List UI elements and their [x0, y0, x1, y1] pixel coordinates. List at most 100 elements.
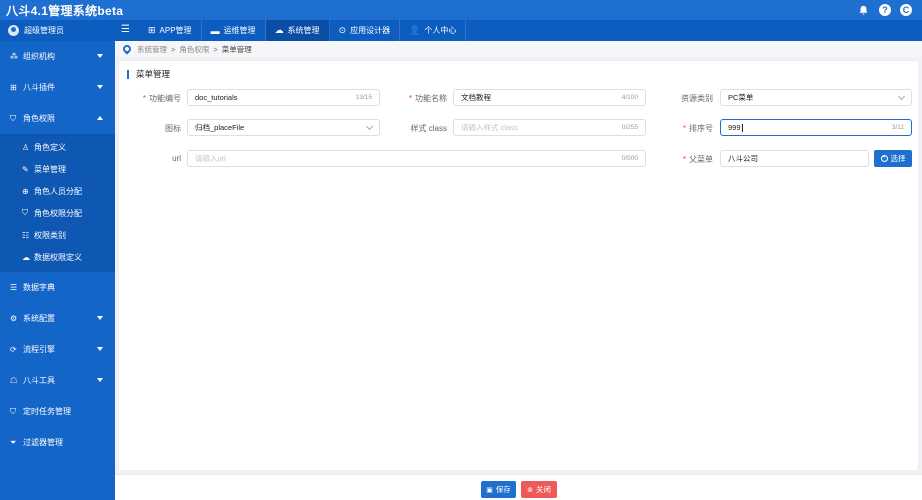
style-class-label-text: 样式 class — [410, 124, 447, 133]
sidebar-item-label: 数据字典 — [23, 283, 55, 292]
sidebar-subitem-label: 菜单管理 — [34, 164, 66, 174]
sidebar-item-label: 过滤器管理 — [23, 438, 63, 447]
tools-icon: ☖ — [10, 376, 18, 385]
user-menu[interactable]: 超级管理员 — [0, 20, 115, 41]
close-button[interactable]: ⊗ 关闭 — [521, 481, 557, 498]
help-icon[interactable]: ? — [879, 4, 891, 16]
chevron-up-icon — [97, 116, 103, 120]
func-name-input[interactable]: 文档教程 4/100 — [453, 89, 646, 106]
sidebar-subitem-label: 数据权限定义 — [34, 252, 82, 262]
sidebar-subitem-role-permission-assign[interactable]: ⛉ 角色权限分配 — [0, 202, 115, 224]
sidebar-item-scheduled-tasks[interactable]: ⛉ 定时任务管理 — [0, 396, 115, 427]
select-parent-button[interactable]: + 选择 — [874, 150, 912, 167]
chevron-down-icon — [365, 122, 374, 130]
edit-icon: ✎ — [22, 164, 29, 174]
breadcrumb-item[interactable]: 系统管理 — [137, 44, 167, 55]
sidebar-subitem-data-permission[interactable]: ☁ 数据权限定义 — [0, 246, 115, 268]
func-name-value: 文档教程 — [461, 93, 491, 102]
tab-label: APP管理 — [159, 26, 192, 35]
filter-icon: ⏷ — [10, 437, 17, 447]
resource-type-label-text: 资源类别 — [681, 94, 713, 103]
tab-ops-management[interactable]: ▬ 运维管理 — [202, 20, 266, 41]
sidebar-item-label: 八斗工具 — [23, 376, 55, 385]
sidebar-item-data-dictionary[interactable]: ☰ 数据字典 — [0, 272, 115, 303]
icon-select[interactable]: 归档_placeFile — [187, 119, 380, 136]
sidebar-subitem-label: 角色权限分配 — [34, 208, 82, 218]
sidebar-item-system-config[interactable]: ⚙ 系统配置 — [0, 303, 115, 334]
sidebar-item-role-permissions[interactable]: ⛉ 角色权限 — [0, 103, 115, 134]
shield-icon: ⛉ — [10, 406, 16, 416]
shield-icon: ⛉ — [10, 113, 16, 123]
sidebar: ⁂ 组织机构 ⊞ 八斗插件 ⛉ 角色权限 ♙ 角色定义 ✎ 菜单管理 ⊕ 角色人… — [0, 41, 115, 500]
sidebar-subitem-label: 角色定义 — [34, 142, 66, 152]
style-class-input[interactable]: 请输入样式 class 0/255 — [453, 119, 646, 136]
sidebar-subitem-role-user-assign[interactable]: ⊕ 角色人员分配 — [0, 180, 115, 202]
func-code-label-text: 功能编号 — [149, 94, 181, 103]
breadcrumb: 系统管理 > 角色权限 > 菜单管理 — [115, 41, 922, 57]
sidebar-item-workflow-engine[interactable]: ⟳ 流程引擎 — [0, 334, 115, 365]
style-class-count: 0/255 — [621, 124, 638, 131]
tab-system-management[interactable]: ☁ 系统管理 — [265, 20, 330, 41]
sidebar-item-label: 角色权限 — [23, 114, 55, 123]
save-button[interactable]: ▣ 保存 — [481, 481, 516, 498]
func-code-input[interactable]: doc_tutorials 13/15 — [187, 89, 380, 106]
page-title: 菜单管理 — [127, 68, 170, 80]
breadcrumb-item[interactable]: 角色权限 — [179, 44, 209, 55]
close-button-label: 关闭 — [535, 485, 551, 494]
footer-actions: ▣ 保存 ⊗ 关闭 — [115, 474, 922, 500]
sort-input[interactable]: 999 3/11 — [720, 119, 912, 136]
parent-menu-value: 八斗公司 — [728, 154, 758, 163]
url-label: url — [135, 154, 181, 163]
tab-label: 个人中心 — [424, 26, 457, 35]
parent-menu-input[interactable]: 八斗公司 — [720, 150, 869, 167]
app-title: 八斗4.1管理系统beta — [6, 4, 124, 18]
sidebar-subitem-permission-category[interactable]: ☷ 权限类别 — [0, 224, 115, 246]
gear-icon: ⚙ — [10, 314, 18, 323]
tab-personal-center[interactable]: 👤 个人中心 — [400, 20, 467, 41]
chevron-down-icon — [97, 378, 103, 382]
url-placeholder: 请输入url — [195, 154, 226, 163]
logout-icon[interactable]: C — [900, 4, 912, 16]
bell-icon[interactable] — [856, 3, 870, 17]
sidebar-item-label: 组织机构 — [23, 52, 55, 61]
location-pin-icon — [121, 43, 133, 55]
resource-type-value: PC菜单 — [728, 93, 754, 102]
sort-label: * 排序号 — [682, 124, 713, 133]
func-name-count: 4/100 — [621, 94, 638, 101]
style-class-label: 样式 class — [389, 123, 447, 134]
designer-icon: ⊙ — [338, 25, 347, 35]
list-icon: ☷ — [22, 230, 30, 240]
close-circle-icon: ⊗ — [527, 486, 533, 494]
breadcrumb-item-current: 菜单管理 — [221, 44, 252, 54]
sidebar-subitem-role-definition[interactable]: ♙ 角色定义 — [0, 136, 115, 158]
sidebar-item-tools[interactable]: ☖ 八斗工具 — [0, 365, 115, 396]
grid-icon: ⊞ — [148, 25, 156, 35]
sidebar-item-plugins[interactable]: ⊞ 八斗插件 — [0, 72, 115, 103]
breadcrumb-separator: > — [213, 44, 218, 54]
plugin-icon: ⊞ — [10, 83, 17, 92]
dashboard-icon: ☁ — [274, 25, 284, 35]
icon-label: 图标 — [135, 123, 181, 134]
tab-app-designer[interactable]: ⊙ 应用设计器 — [330, 20, 401, 41]
resource-type-label: 资源类别 — [665, 93, 713, 104]
save-button-label: 保存 — [495, 485, 511, 494]
chevron-down-icon — [97, 347, 103, 351]
tab-app-management[interactable]: ⊞ APP管理 — [139, 20, 202, 41]
url-input[interactable]: 请输入url 0/500 — [187, 150, 646, 167]
func-code-value: doc_tutorials — [195, 93, 238, 102]
sort-value: 999 — [728, 122, 741, 132]
person-icon: ♙ — [22, 142, 30, 152]
hamburger-menu-icon[interactable]: ☰ — [121, 25, 131, 35]
plus-circle-icon: ⊕ — [22, 186, 29, 196]
sidebar-item-organization[interactable]: ⁂ 组织机构 — [0, 41, 115, 72]
org-icon: ⁂ — [10, 52, 18, 61]
sidebar-item-filters[interactable]: ⏷ 过滤器管理 — [0, 427, 115, 458]
icon-label-text: 图标 — [165, 124, 181, 133]
text-cursor — [741, 124, 743, 132]
url-count: 0/500 — [621, 155, 638, 162]
submenu-role-permissions: ♙ 角色定义 ✎ 菜单管理 ⊕ 角色人员分配 ⛉ 角色权限分配 ☷ 权限类别 ☁… — [0, 134, 115, 272]
sidebar-subitem-menu-management[interactable]: ✎ 菜单管理 — [0, 158, 115, 180]
user-name: 超级管理员 — [24, 26, 64, 35]
page-title-text: 菜单管理 — [136, 69, 171, 79]
resource-type-select[interactable]: PC菜单 — [720, 89, 912, 106]
